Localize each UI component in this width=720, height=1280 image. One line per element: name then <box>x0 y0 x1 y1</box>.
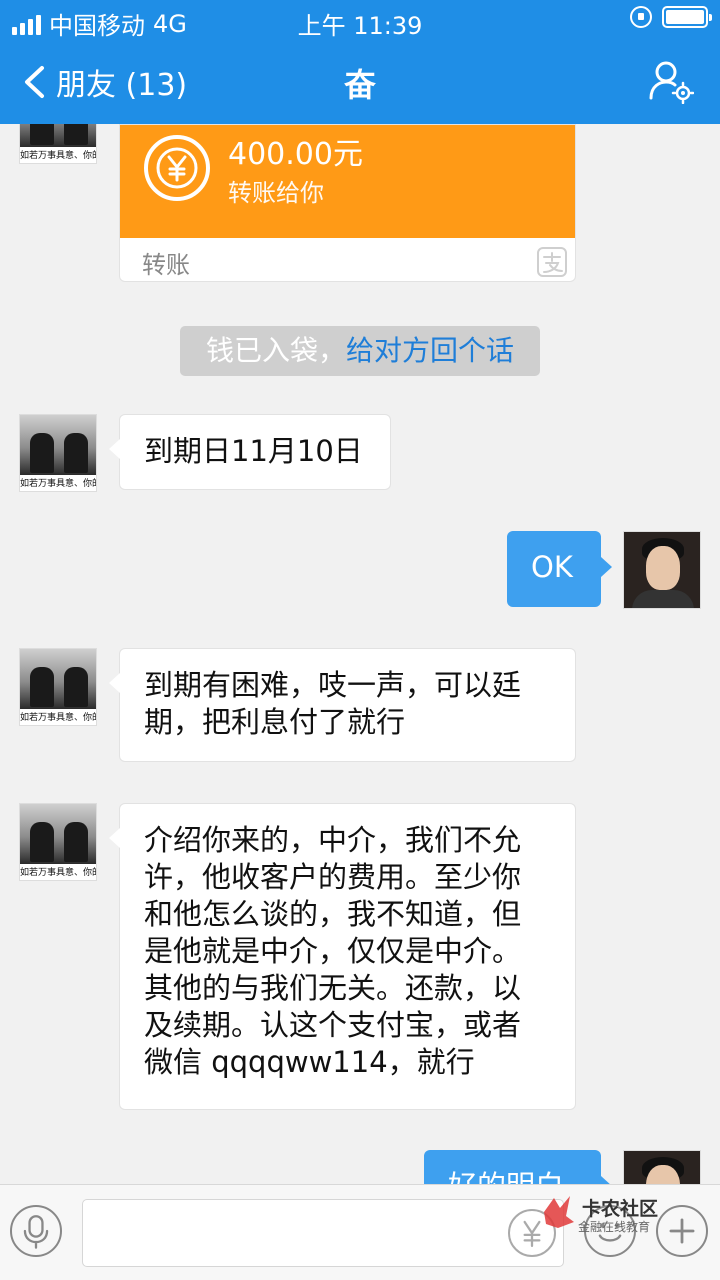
avatar[interactable]: 如若万事具意、你的价值 <box>19 648 97 726</box>
transfer-card[interactable]: 400.00元 转账给你 转账 <box>119 124 576 282</box>
chat-area[interactable]: 如若万事具意、你的价值 400.00元 转账给你 转账 钱已入袋，给对方回个话 … <box>0 124 720 1184</box>
transfer-icon <box>144 135 210 201</box>
message-bubble[interactable]: 到期有困难，吱一声，可以廷 期，把利息付了就行 <box>109 648 576 762</box>
received-notice: 钱已入袋，给对方回个话 <box>180 326 540 376</box>
message-bubble-own[interactable]: OK <box>507 531 612 607</box>
nav-bar: 朋友 (13) 奋 <box>0 40 720 124</box>
transfer-desc: 转账给你 <box>228 179 324 207</box>
status-right <box>630 6 712 28</box>
message-line: 到期有困难，吱一声，可以廷 <box>144 668 522 702</box>
plus-icon[interactable] <box>656 1205 708 1257</box>
message-line: 是他就是中介，仅仅是中介。 <box>144 934 522 968</box>
message-text: OK <box>531 550 573 584</box>
message-line: 期，把利息付了就行 <box>144 705 406 739</box>
message-line: 和他怎么谈的，我不知道，但 <box>144 897 522 931</box>
message-line: 微信 qqqqww114，就行 <box>144 1045 475 1079</box>
message-text: 到期日11月10日 <box>144 434 363 468</box>
rotation-lock-icon <box>630 6 652 28</box>
avatar[interactable]: 如若万事具意、你的价值 <box>19 124 97 164</box>
message-text: 好的明白 <box>448 1169 564 1184</box>
my-avatar[interactable] <box>623 531 701 609</box>
status-time: 上午 11:39 <box>297 12 423 40</box>
message-line: 介绍你来的，中介，我们不允 <box>144 823 522 857</box>
watermark-title: 卡农社区 <box>582 1198 659 1220</box>
watermark-logo-icon <box>544 1196 574 1228</box>
status-bar: 中国移动 4G 上午 11:39 <box>0 0 720 40</box>
message-bubble-own[interactable]: 好的明白 <box>424 1150 612 1184</box>
message-line: 其他的与我们无关。还款，以 <box>144 971 522 1005</box>
message-line: 及续期。认这个支付宝，或者 <box>144 1008 522 1042</box>
avatar[interactable]: 如若万事具意、你的价值 <box>19 803 97 881</box>
message-input[interactable] <box>82 1199 564 1267</box>
chat-title: 奋 <box>343 66 376 104</box>
reply-link[interactable]: 给对方回个话 <box>346 334 514 367</box>
avatar[interactable]: 如若万事具意、你的价值 <box>19 414 97 492</box>
transfer-footer: 转账 <box>142 251 190 279</box>
my-avatar[interactable] <box>623 1150 701 1184</box>
voice-button-icon[interactable] <box>10 1205 62 1257</box>
watermark-subtitle: 金融在线教育 <box>578 1220 651 1234</box>
message-bubble[interactable]: 到期日11月10日 <box>109 414 391 490</box>
notice-text: 钱已入袋， <box>205 334 346 367</box>
transfer-amount: 400.00元 <box>228 137 363 172</box>
message-line: 许，他收客户的费用。至少你 <box>144 860 522 894</box>
battery-icon <box>662 6 712 28</box>
profile-settings-icon[interactable] <box>648 58 694 104</box>
message-bubble[interactable]: 介绍你来的，中介，我们不允 许，他收客户的费用。至少你 和他怎么谈的，我不知道，… <box>109 803 576 1110</box>
alipay-icon <box>537 247 567 277</box>
